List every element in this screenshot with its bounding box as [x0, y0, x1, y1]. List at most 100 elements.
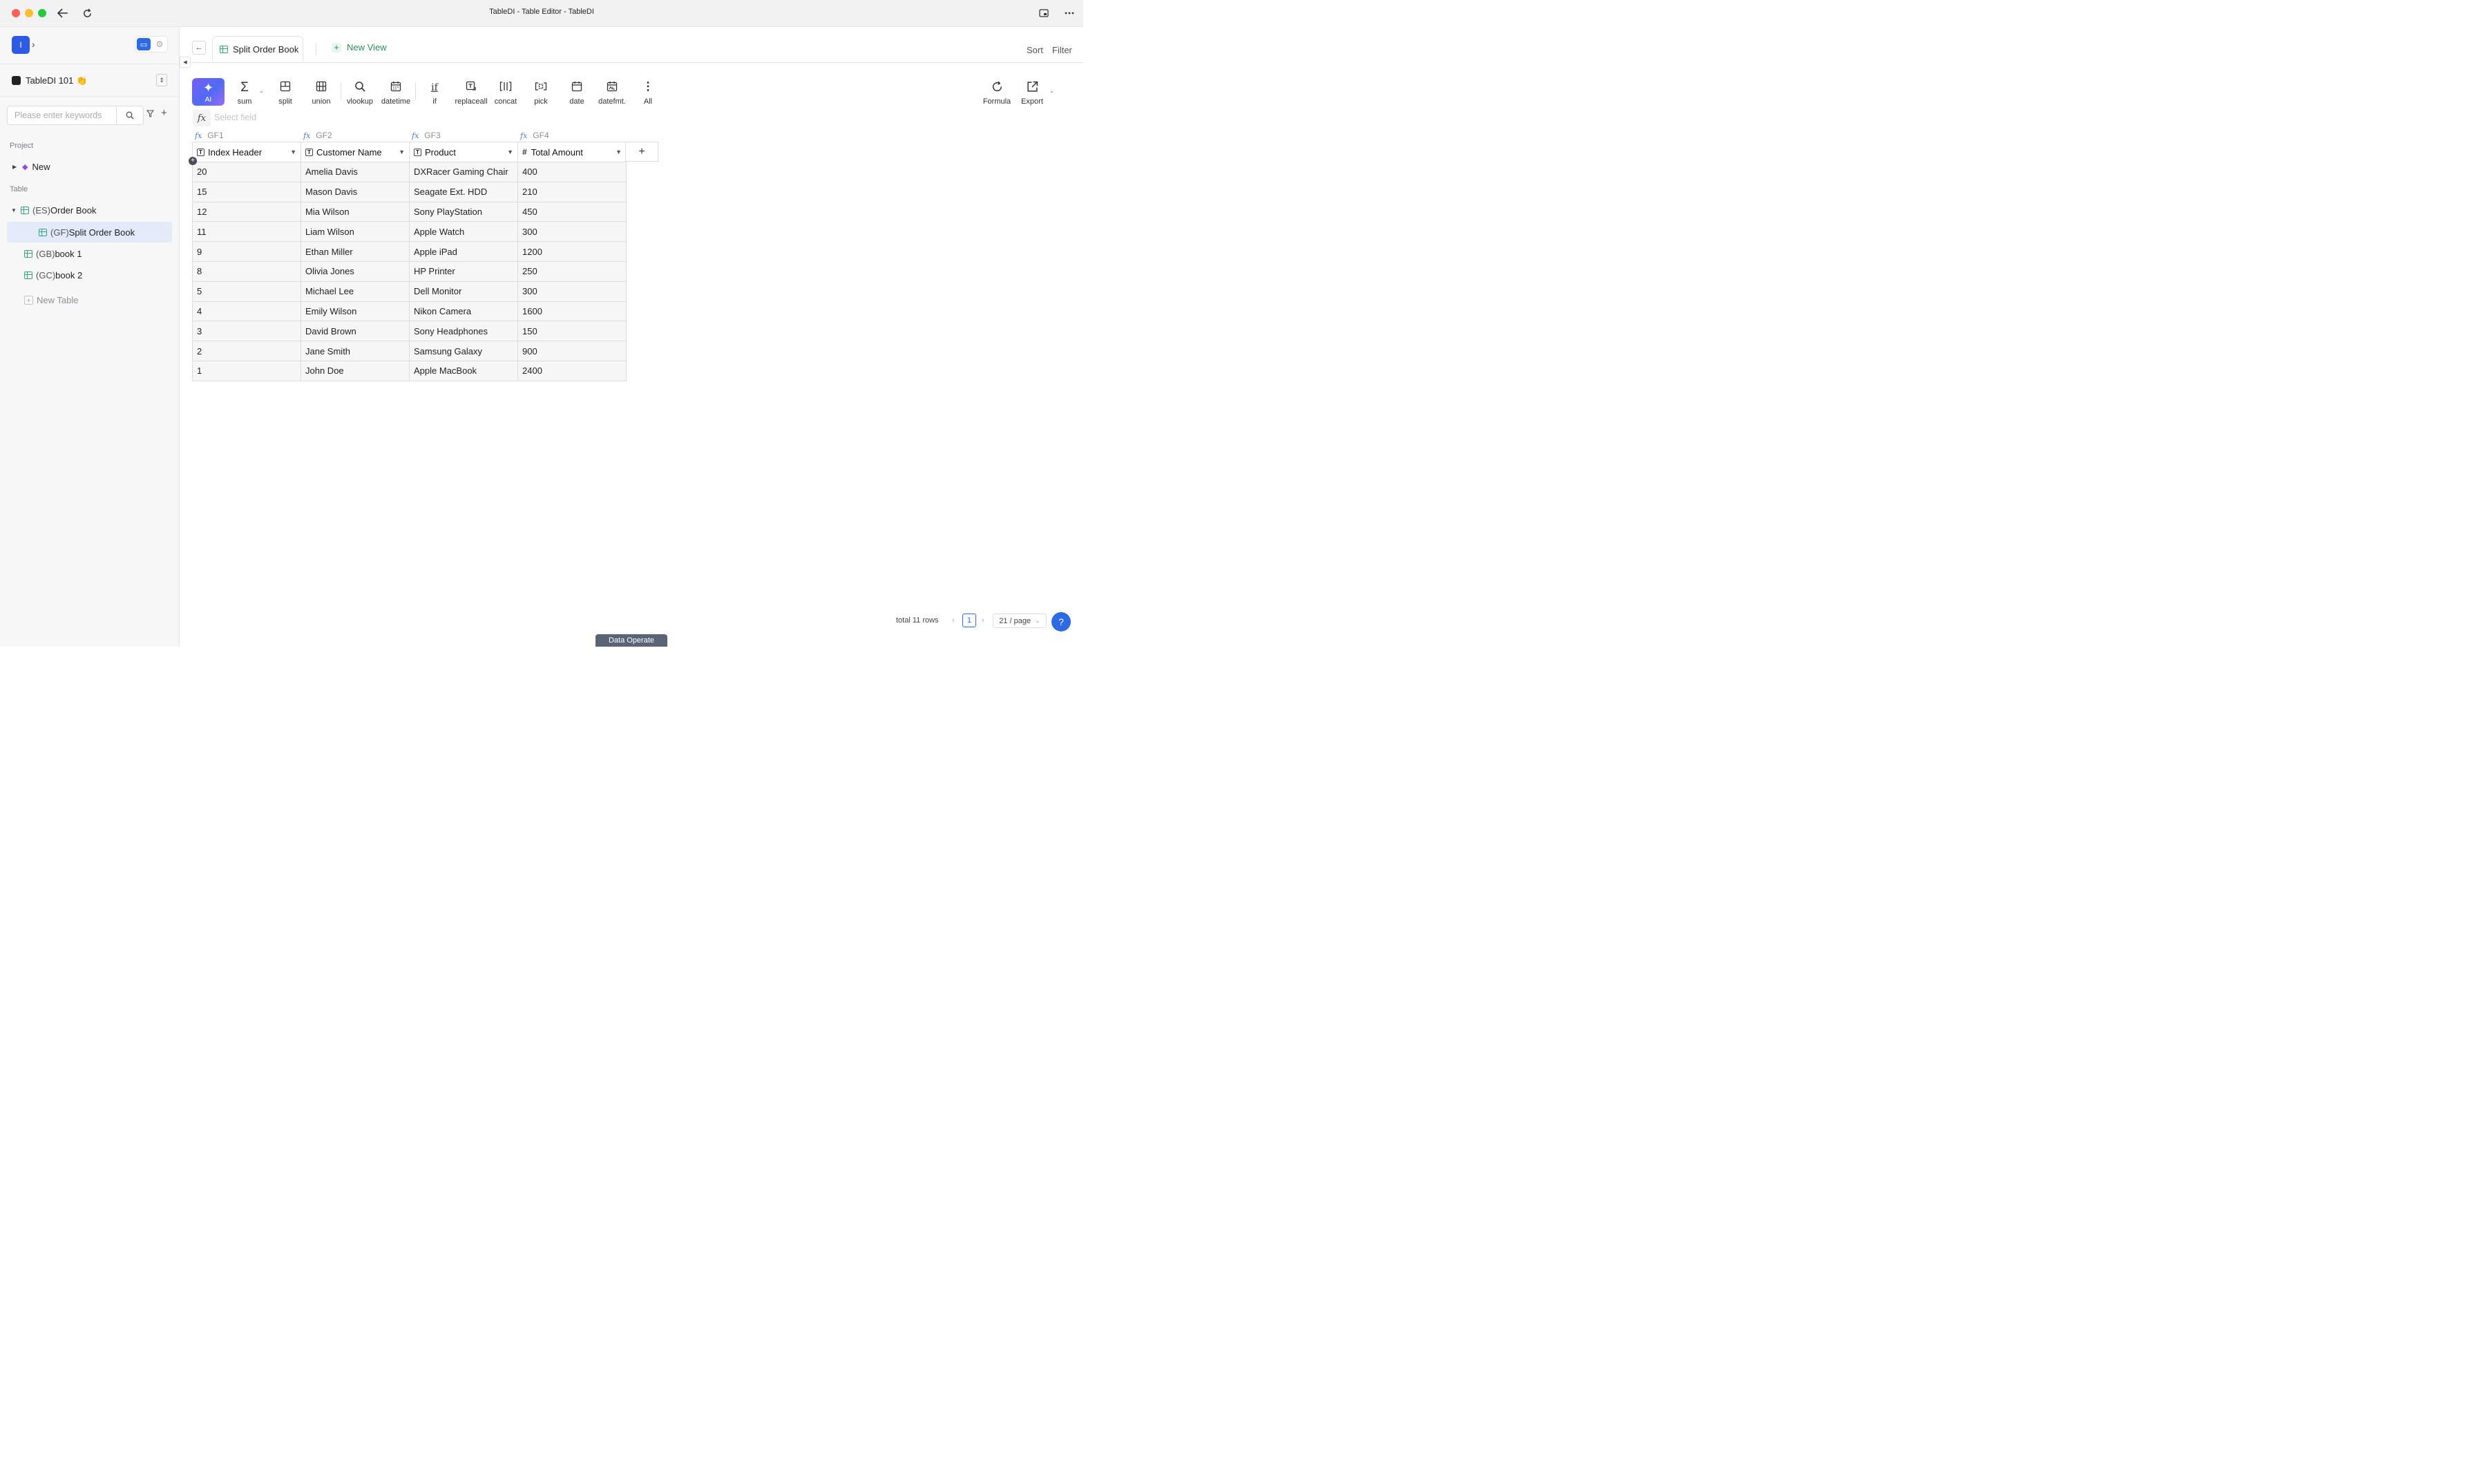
- table-cell[interactable]: Emily Wilson: [301, 301, 410, 322]
- caret-down-icon[interactable]: ▼: [507, 149, 513, 155]
- add-icon[interactable]: +: [161, 107, 167, 119]
- add-row-icon[interactable]: +: [189, 157, 197, 165]
- project-selector[interactable]: TableDI 101 👏 ⇕: [12, 74, 167, 88]
- tool-sum[interactable]: Σ sum: [226, 81, 263, 106]
- filter-button[interactable]: Filter: [1052, 45, 1072, 55]
- table-cell[interactable]: Ethan Miller: [301, 241, 410, 262]
- monitor-icon[interactable]: ▭: [137, 38, 151, 50]
- table-cell[interactable]: Amelia Davis: [301, 162, 410, 182]
- table-cell[interactable]: 300: [517, 221, 627, 242]
- caret-down-icon[interactable]: ▼: [616, 149, 622, 155]
- table-cell[interactable]: 20: [192, 162, 301, 182]
- sidebar-item-book-1[interactable]: (GB) book 1: [24, 246, 82, 261]
- table-cell[interactable]: Liam Wilson: [301, 221, 410, 242]
- table-cell[interactable]: 1600: [517, 301, 627, 322]
- table-cell[interactable]: Seagate Ext. HDD: [409, 181, 518, 202]
- table-cell[interactable]: Sony Headphones: [409, 321, 518, 342]
- workspace-logo[interactable]: I: [12, 36, 30, 54]
- table-cell[interactable]: David Brown: [301, 321, 410, 342]
- tool-vlookup[interactable]: vlookup: [341, 81, 379, 106]
- table-cell[interactable]: 150: [517, 321, 627, 342]
- table-cell[interactable]: HP Printer: [409, 260, 518, 282]
- fx-icon[interactable]: fx: [193, 110, 211, 126]
- column-header-customer-name[interactable]: T Customer Name ▼: [301, 142, 410, 162]
- table-cell[interactable]: 9: [192, 241, 301, 262]
- sidebar-item-order-book[interactable]: ▼ (ES) Order Book: [11, 202, 96, 218]
- export-button[interactable]: Export: [1013, 81, 1051, 106]
- table-cell[interactable]: Michael Lee: [301, 280, 410, 302]
- settings-icon[interactable]: ⚙: [153, 38, 166, 50]
- tool-if[interactable]: if if: [416, 81, 453, 106]
- table-cell[interactable]: 5: [192, 280, 301, 302]
- table-cell[interactable]: 450: [517, 201, 627, 222]
- sidebar-search-input[interactable]: [8, 106, 131, 124]
- back-arrow-icon[interactable]: ←: [192, 41, 206, 55]
- tool-date[interactable]: date: [558, 81, 595, 106]
- sidebar-item-split-order-book[interactable]: (GF) Split Order Book: [39, 225, 135, 240]
- table-cell[interactable]: Mason Davis: [301, 181, 410, 202]
- column-header-index-header[interactable]: T Index Header ▼: [192, 142, 301, 162]
- tool-split[interactable]: split: [267, 81, 304, 106]
- page-number[interactable]: 1: [962, 613, 976, 627]
- sort-button[interactable]: Sort: [1027, 45, 1043, 55]
- tool-union[interactable]: union: [303, 81, 340, 106]
- new-table-button[interactable]: + New Table: [24, 295, 78, 305]
- new-view-button[interactable]: + New View: [332, 42, 387, 53]
- table-cell[interactable]: Olivia Jones: [301, 260, 410, 282]
- table-cell[interactable]: 11: [192, 221, 301, 242]
- help-icon[interactable]: ?: [1051, 612, 1071, 631]
- table-cell[interactable]: 210: [517, 181, 627, 202]
- tool-datetime[interactable]: datetime: [377, 81, 414, 106]
- project-switch-icon[interactable]: ⇕: [156, 74, 167, 86]
- table-cell[interactable]: 1200: [517, 241, 627, 262]
- table-cell[interactable]: Samsung Galaxy: [409, 341, 518, 361]
- tool-replaceall[interactable]: replaceall: [452, 81, 490, 106]
- table-cell[interactable]: 250: [517, 260, 627, 282]
- data-operate-button[interactable]: Data Operate: [595, 634, 667, 647]
- tool-datefmt[interactable]: datefmt.: [593, 81, 631, 106]
- chevron-right-icon[interactable]: ›: [982, 616, 984, 625]
- table-cell[interactable]: 400: [517, 162, 627, 182]
- table-cell[interactable]: 8: [192, 260, 301, 282]
- caret-down-icon[interactable]: ▼: [11, 207, 21, 213]
- ai-button[interactable]: ✦ AI: [192, 78, 225, 106]
- sidebar-item-book-2[interactable]: (GC) book 2: [24, 267, 82, 283]
- caret-down-icon[interactable]: ▼: [290, 149, 296, 155]
- table-cell[interactable]: Apple iPad: [409, 241, 518, 262]
- chevron-left-icon[interactable]: ‹: [952, 616, 955, 625]
- table-cell[interactable]: Jane Smith: [301, 341, 410, 361]
- project-item-new[interactable]: ▶ ◆ New: [12, 159, 50, 174]
- table-cell[interactable]: 15: [192, 181, 301, 202]
- page-size-select[interactable]: 21 / page ⌄: [993, 613, 1047, 628]
- formula-field-selector[interactable]: Select field: [214, 113, 256, 122]
- cast-icon[interactable]: [1036, 6, 1051, 20]
- table-cell[interactable]: 3: [192, 321, 301, 342]
- table-cell[interactable]: Mia Wilson: [301, 201, 410, 222]
- table-cell[interactable]: 4: [192, 301, 301, 322]
- column-header-product[interactable]: T Product ▼: [409, 142, 518, 162]
- table-cell[interactable]: DXRacer Gaming Chair: [409, 162, 518, 182]
- tool-all[interactable]: All: [629, 81, 667, 106]
- filter-icon[interactable]: [146, 110, 155, 120]
- more-horizontal-icon[interactable]: [1062, 6, 1077, 20]
- chevron-down-icon[interactable]: ⌄: [1049, 88, 1054, 94]
- tool-concat[interactable]: concat: [487, 81, 524, 106]
- table-cell[interactable]: 2400: [517, 360, 627, 381]
- table-cell[interactable]: 12: [192, 201, 301, 222]
- search-icon[interactable]: [116, 106, 143, 124]
- chevron-right-icon[interactable]: ›: [32, 39, 35, 50]
- table-cell[interactable]: Apple MacBook: [409, 360, 518, 381]
- table-cell[interactable]: Sony PlayStation: [409, 201, 518, 222]
- tool-pick[interactable]: pick: [522, 81, 560, 106]
- collapse-sidebar-icon[interactable]: ◀: [180, 57, 191, 68]
- tab-split-order-book[interactable]: Split Order Book: [212, 36, 303, 62]
- chevron-down-icon[interactable]: ⌄: [259, 88, 264, 94]
- add-column-button[interactable]: +: [625, 142, 658, 162]
- table-cell[interactable]: Apple Watch: [409, 221, 518, 242]
- column-header-total-amount[interactable]: # Total Amount ▼: [517, 142, 627, 162]
- caret-right-icon[interactable]: ▶: [12, 164, 22, 170]
- table-cell[interactable]: John Doe: [301, 360, 410, 381]
- caret-down-icon[interactable]: ▼: [399, 149, 405, 155]
- table-cell[interactable]: 2: [192, 341, 301, 361]
- table-cell[interactable]: 900: [517, 341, 627, 361]
